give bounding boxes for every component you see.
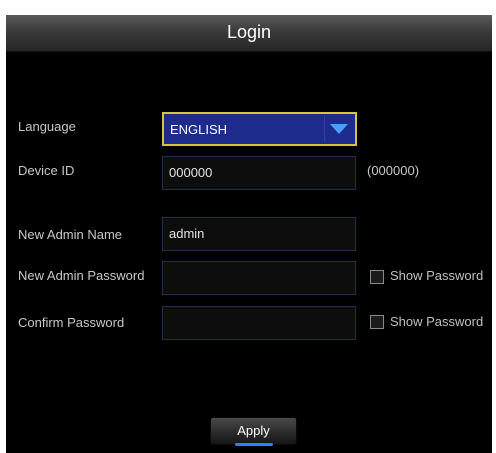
button-glow	[235, 443, 273, 446]
language-select[interactable]: ENGLISH	[162, 112, 357, 146]
confirm-password-label: Confirm Password	[18, 315, 125, 330]
device-id-hint: (000000)	[367, 163, 420, 178]
language-value: ENGLISH	[170, 122, 228, 137]
admin-password-label: New Admin Password	[18, 268, 145, 283]
device-id-label: Device ID	[18, 163, 75, 178]
title-bar: Login	[6, 15, 492, 52]
confirm-show-password-label[interactable]: Show Password	[390, 314, 483, 329]
apply-button-label: Apply	[237, 423, 270, 438]
dropdown-arrow-button[interactable]	[324, 116, 353, 142]
confirm-show-password-checkbox[interactable]	[370, 315, 384, 329]
admin-name-field[interactable]: admin	[162, 217, 356, 251]
confirm-password-field[interactable]	[162, 306, 356, 340]
dialog-title: Login	[226, 22, 272, 42]
admin-name-label: New Admin Name	[18, 227, 123, 242]
show-password-label[interactable]: Show Password	[390, 268, 483, 283]
login-dialog: Login Language ENGLISH Device ID 000000 …	[6, 15, 492, 453]
apply-button[interactable]: Apply	[210, 417, 297, 446]
language-label: Language	[18, 119, 76, 134]
device-id-field[interactable]: 000000	[162, 156, 356, 190]
admin-password-field[interactable]	[162, 261, 356, 295]
show-password-checkbox[interactable]	[370, 270, 384, 284]
triangle-down-icon	[330, 124, 348, 134]
